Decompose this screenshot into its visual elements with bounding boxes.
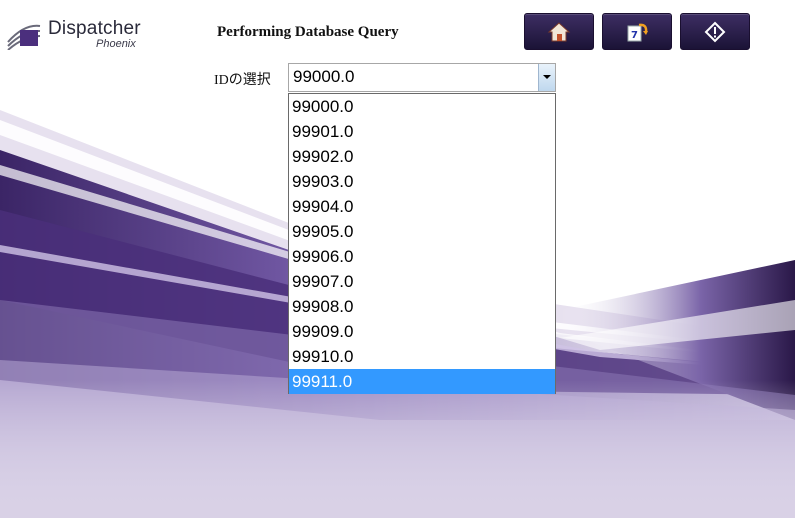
page-title: Performing Database Query (217, 24, 399, 40)
app-logo: Dispatcher Phoenix (6, 18, 146, 58)
chevron-down-icon[interactable] (538, 64, 555, 91)
dropdown-option[interactable]: 99905.0 (289, 219, 555, 244)
dropdown-option[interactable]: 99911.0 (289, 369, 555, 394)
dropdown-option[interactable]: 99902.0 (289, 144, 555, 169)
id-select-dropdown-list[interactable]: 99000.0 99901.0 99902.0 99903.0 99904.0 99905… (288, 93, 556, 394)
logo-swoosh-icon (7, 24, 41, 50)
logo-title: Dispatcher (48, 18, 141, 39)
dropdown-option[interactable]: 99910.0 (289, 344, 555, 369)
dropdown-option[interactable]: 99903.0 (289, 169, 555, 194)
dropdown-option[interactable]: 99901.0 (289, 119, 555, 144)
home-icon (547, 21, 571, 41)
id-select-value: 99000.0 (293, 67, 355, 86)
home-button[interactable] (524, 13, 594, 50)
dropdown-option[interactable]: 99904.0 (289, 194, 555, 219)
id-select[interactable]: 99000.0 (288, 63, 556, 92)
logo-subtitle: Phoenix (96, 38, 136, 50)
dropdown-option[interactable]: 99907.0 (289, 269, 555, 294)
info-button[interactable] (680, 13, 750, 50)
restart-icon: 7 (627, 23, 648, 41)
dropdown-option[interactable]: 99909.0 (289, 319, 555, 344)
restart-button[interactable]: 7 (602, 13, 672, 50)
id-select-label: IDの選択 (214, 73, 271, 88)
dropdown-option[interactable]: 99906.0 (289, 244, 555, 269)
dropdown-option[interactable]: 99908.0 (289, 294, 555, 319)
svg-text:7: 7 (631, 30, 638, 41)
dropdown-option[interactable]: 99000.0 (289, 94, 555, 119)
info-icon (704, 21, 726, 42)
